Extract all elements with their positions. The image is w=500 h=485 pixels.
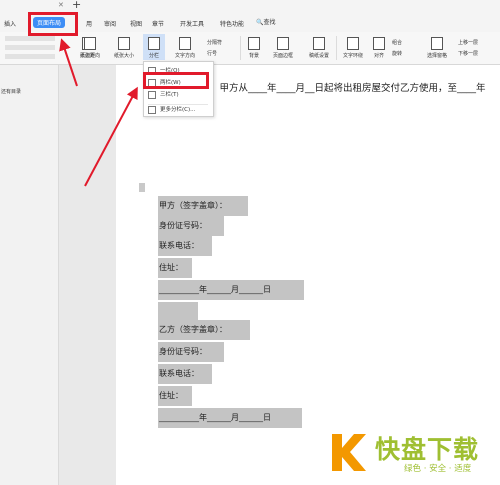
watermark-k-icon (332, 434, 366, 471)
arrow-to-tab (59, 38, 78, 87)
watermark-slogan: 绿色 · 安全 · 适度 (404, 464, 472, 474)
watermark-logo: 快盘下载 绿色 · 安全 · 适度 (328, 430, 498, 480)
watermark-title: 快盘下载 (375, 435, 480, 464)
arrow-to-two-columns (84, 86, 138, 187)
annotation-arrows (59, 38, 138, 187)
